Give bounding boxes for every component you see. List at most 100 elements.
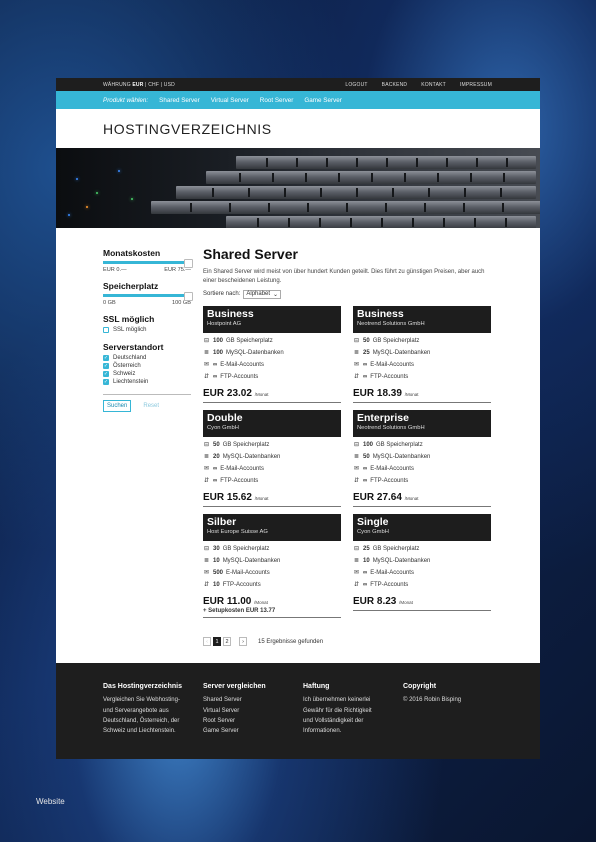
footer-compare: Server vergleichen Shared Server Virtual… — [203, 682, 303, 759]
location-label: Deutschland — [113, 355, 147, 361]
location-schweiz[interactable]: ✓ Schweiz — [103, 371, 191, 377]
hard-drive-icon: ⊟ — [203, 338, 210, 345]
footer-link[interactable]: Virtual Server — [203, 706, 303, 716]
ssl-heading: SSL möglich — [103, 314, 155, 324]
ftp-row: ⇵ ∞ FTP-Accounts — [203, 477, 259, 485]
result-count: 15 Ergebnisse gefunden — [258, 638, 324, 645]
storage-row: ⊟ 100 GB Speicherplatz — [203, 337, 273, 345]
email-row: ✉ ∞ E-Mail-Accounts — [353, 465, 414, 473]
ftp-icon: ⇵ — [353, 582, 360, 589]
offer-card[interactable]: Business Neotrend Solutions GmbH ⊟ 50 GB Spe… — [353, 305, 491, 403]
page-2-button[interactable]: 2 — [223, 637, 231, 646]
sort-control: Sortiere nach: Alphabet ⌄ — [203, 289, 493, 299]
offer-price: EUR 15.62 /Monat — [203, 487, 341, 507]
database-icon: ≣ — [353, 350, 360, 357]
hero-server-image — [56, 148, 540, 228]
filter-sidebar: Monatskosten EUR 0.— EUR 75.— Speicherpla… — [103, 248, 193, 412]
footer-heading: Das Hostingverzeichnis — [103, 683, 182, 690]
footer-liability: Haftung Ich übernehmen keinerlei Gewähr … — [303, 682, 403, 759]
currency-eur[interactable]: EUR — [132, 82, 143, 88]
location-heading: Serverstandort — [103, 342, 164, 352]
offer-card[interactable]: Single Cyon GmbH ⊟ 25 GB Speicherplatz ≣ 10 MyS… — [353, 513, 491, 611]
site-logo[interactable]: HOSTINGVERZEICHNIS — [56, 109, 540, 148]
ssl-label: SSL möglich — [113, 327, 147, 333]
footer-link[interactable]: Game Server — [203, 726, 303, 736]
location-oesterreich[interactable]: ✓ Österreich — [103, 363, 191, 369]
offer-header: Silber Host Europe Suisse AG — [203, 513, 341, 541]
email-row: ✉ ∞ E-Mail-Accounts — [353, 361, 414, 369]
offer-header: Business Neotrend Solutions GmbH — [353, 305, 491, 333]
footer-text: Ich übernehmen keinerlei — [303, 697, 371, 704]
server-rack-image — [236, 156, 536, 169]
email-row: ✉ 500 E-Mail-Accounts — [203, 569, 270, 577]
sort-select[interactable]: Alphabet ⌄ — [243, 289, 282, 299]
storage-row: ⊟ 30 GB Speicherplatz — [203, 545, 270, 553]
footer-link[interactable]: Root Server — [203, 716, 303, 726]
next-page-button[interactable]: › — [239, 637, 247, 646]
database-icon: ≣ — [203, 454, 210, 461]
ftp-icon: ⇵ — [203, 582, 210, 589]
database-row: ≣ 20 MySQL-Datenbanken — [203, 453, 281, 461]
offer-title: Business — [207, 307, 254, 320]
website-mockup: WÄHRUNG EUR | CHF | USD LOGOUT BACKEND K… — [56, 78, 540, 759]
offer-price: EUR 11.00 /Monat + Setupkosten EUR 13.77 — [203, 591, 341, 618]
ftp-row: ⇵ ∞ FTP-Accounts — [353, 477, 409, 485]
results-area: Shared Server Ein Shared Server wird mei… — [203, 246, 493, 626]
reset-button[interactable]: Reset — [139, 400, 163, 412]
checkbox-empty-icon — [103, 327, 109, 333]
setup-cost: + Setupkosten EUR 13.77 — [203, 607, 276, 614]
offer-card[interactable]: Business Hostpoint AG ⊟ 100 GB Speicherplatz… — [203, 305, 341, 403]
footer-link[interactable]: Shared Server — [203, 695, 303, 705]
currency-options[interactable]: | CHF | USD — [145, 82, 175, 88]
database-icon: ≣ — [203, 350, 210, 357]
footer-text: Deutschland, Österreich, der — [103, 717, 180, 724]
prev-page-button[interactable]: ‹ — [203, 637, 211, 646]
offer-provider: Neotrend Solutions GmbH — [357, 320, 425, 327]
search-button[interactable]: Suchen — [103, 400, 132, 412]
monthly-cost-slider[interactable] — [103, 259, 193, 268]
server-rack-image — [226, 216, 536, 228]
storage-slider[interactable] — [103, 292, 193, 301]
nav-shared-server[interactable]: Shared Server — [159, 97, 200, 104]
hard-drive-icon: ⊟ — [353, 338, 360, 345]
checkmark-icon: ✓ — [103, 363, 109, 369]
offer-card[interactable]: Double Cyon GmbH ⊟ 50 GB Speicherplatz ≣ 20 MyS… — [203, 409, 341, 507]
offer-grid: Business Hostpoint AG ⊟ 100 GB Speicherplatz… — [203, 305, 493, 626]
ssl-checkbox[interactable]: SSL möglich — [103, 327, 191, 333]
kontakt-link[interactable]: KONTAKT — [421, 82, 446, 88]
logout-link[interactable]: LOGOUT — [345, 82, 367, 88]
page-1-button[interactable]: 1 — [213, 637, 221, 646]
location-deutschland[interactable]: ✓ Deutschland — [103, 355, 191, 361]
intro-text: Ein Shared Server wird meist von über hu… — [203, 269, 485, 285]
currency-switcher[interactable]: WÄHRUNG EUR | CHF | USD — [103, 82, 175, 88]
offer-card[interactable]: Enterprise Neotrend Solutions GmbH ⊟ 100 GB … — [353, 409, 491, 507]
footer-heading: Copyright — [403, 683, 437, 690]
database-row: ≣ 10 MySQL-Datenbanken — [203, 557, 281, 565]
impressum-link[interactable]: IMPRESSUM — [460, 82, 492, 88]
ftp-icon: ⇵ — [353, 374, 360, 381]
status-led — [131, 198, 133, 200]
backend-link[interactable]: BACKEND — [382, 82, 408, 88]
footer-about: Das Hostingverzeichnis Vergleichen Sie W… — [103, 682, 203, 759]
offer-price: EUR 27.64 /Monat — [353, 487, 491, 507]
database-icon: ≣ — [353, 558, 360, 565]
offer-title: Business — [357, 307, 404, 320]
offer-provider: Neotrend Solutions GmbH — [357, 424, 425, 431]
server-rack-image — [176, 186, 536, 199]
nav-game-server[interactable]: Game Server — [304, 97, 341, 104]
nav-root-server[interactable]: Root Server — [260, 97, 294, 104]
ftp-icon: ⇵ — [353, 478, 360, 485]
database-row: ≣ 25 MySQL-Datenbanken — [353, 349, 431, 357]
nav-virtual-server[interactable]: Virtual Server — [211, 97, 249, 104]
storage-min: 0 GB — [103, 300, 116, 306]
offer-card[interactable]: Silber Host Europe Suisse AG ⊟ 30 GB Speiche… — [203, 513, 341, 618]
database-row: ≣ 10 MySQL-Datenbanken — [353, 557, 431, 565]
footer-text: Gewähr für die Richtigkeit — [303, 707, 372, 714]
offer-header: Enterprise Neotrend Solutions GmbH — [353, 409, 491, 437]
footer-text: und Serverangebote aus — [103, 707, 169, 714]
envelope-icon: ✉ — [203, 466, 210, 473]
location-liechtenstein[interactable]: ✓ Liechtenstein — [103, 379, 191, 385]
server-rack-image — [206, 171, 536, 184]
status-led — [86, 206, 88, 208]
email-row: ✉ ∞ E-Mail-Accounts — [203, 361, 264, 369]
